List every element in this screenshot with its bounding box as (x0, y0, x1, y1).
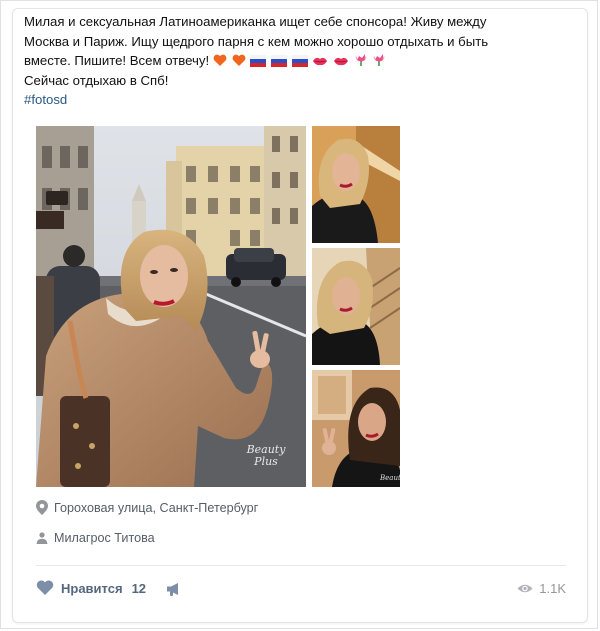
photo-watermark-small: Beauty (380, 474, 400, 482)
emoji-row (213, 53, 387, 68)
author-name: Милагрос Титова (54, 531, 155, 545)
actions-divider (36, 565, 566, 566)
views-counter: 1.1K (517, 581, 566, 596)
photo-selfie-2[interactable] (312, 248, 400, 365)
photo-selfie-1[interactable] (312, 126, 400, 243)
tulip-icon (373, 54, 385, 67)
post-text-line-3: вместе. Пишите! Всем отвечу! (24, 51, 554, 71)
kiss-lips-icon (313, 58, 328, 66)
location-text: Гороховая улица, Санкт-Петербург (54, 500, 259, 515)
views-count: 1.1K (539, 581, 566, 596)
megaphone-icon (167, 583, 178, 596)
kiss-lips-icon (333, 58, 348, 66)
location-link[interactable]: Гороховая улица, Санкт-Петербург (36, 500, 258, 515)
flag-russia-icon (250, 55, 267, 68)
post-text-line-4: Сейчас отдыхаю в Спб! (24, 72, 169, 88)
post-text: Милая и сексуальная Латиноамериканка ище… (24, 12, 554, 110)
heart-orange-icon (213, 54, 227, 67)
post-actions: Нравится 12 1.1K (36, 580, 566, 604)
heart-icon (36, 580, 54, 595)
post-text-line-3-text: вместе. Пишите! Всем отвечу! (24, 53, 210, 69)
share-button[interactable] (166, 582, 182, 601)
flag-russia-icon (270, 55, 287, 68)
like-count: 12 (131, 580, 147, 596)
heart-orange-icon (232, 54, 245, 67)
eye-icon (517, 584, 533, 593)
flag-russia-icon (291, 55, 308, 68)
photo-watermark: Beauty Plus (246, 443, 286, 468)
tulip-icon (355, 54, 366, 67)
like-label: Нравится (61, 580, 123, 596)
hashtag-link[interactable]: #fotosd (24, 90, 554, 110)
post-text-line-2: Москва и Париж. Ищу щедрого парня с кем … (24, 33, 489, 49)
location-pin-icon (36, 500, 48, 515)
like-button[interactable]: Нравится 12 (36, 580, 146, 596)
person-icon (36, 532, 48, 544)
author-link[interactable]: Милагрос Титова (36, 531, 155, 545)
photo-selfie-3[interactable]: Beauty (312, 370, 400, 487)
photo-main[interactable]: Beauty Plus (36, 126, 306, 487)
post-text-line-1: Милая и сексуальная Латиноамериканка ище… (24, 14, 487, 29)
